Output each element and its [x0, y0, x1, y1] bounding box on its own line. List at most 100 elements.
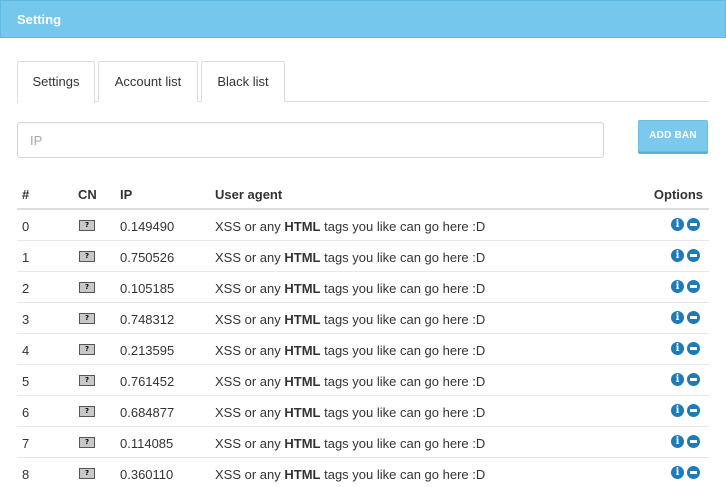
- table-row: 5? 0.761452 XSS or any HTML tags you like …: [17, 365, 709, 396]
- user-agent-text: tags you like can go here :D: [320, 467, 486, 482]
- info-icon[interactable]: i: [671, 342, 684, 355]
- row-number: 4: [22, 343, 30, 358]
- user-agent-text: XSS or any: [215, 281, 285, 296]
- row-options: i: [671, 373, 703, 387]
- row-ip: 0.149490: [120, 219, 175, 234]
- row-options: i: [671, 218, 703, 232]
- row-user-agent: XSS or any HTML tags you like can go her…: [215, 312, 485, 327]
- add-ban-button[interactable]: ADD BAN: [638, 120, 708, 152]
- user-agent-text: tags you like can go here :D: [320, 405, 486, 420]
- row-options: i: [671, 249, 703, 263]
- remove-icon[interactable]: [687, 435, 700, 448]
- info-icon[interactable]: i: [671, 435, 684, 448]
- remove-icon[interactable]: [687, 249, 700, 262]
- tab-settings[interactable]: Settings: [17, 61, 95, 103]
- row-user-agent: XSS or any HTML tags you like can go her…: [215, 467, 485, 482]
- remove-icon[interactable]: [687, 218, 700, 231]
- remove-icon[interactable]: [687, 342, 700, 355]
- ban-table: # CN IP User agent Options 0? 0.149490 XSS…: [17, 180, 709, 487]
- remove-icon[interactable]: [687, 311, 700, 324]
- unknown-flag-icon: ?: [79, 282, 95, 293]
- user-agent-bold: HTML: [284, 343, 321, 358]
- row-user-agent: XSS or any HTML tags you like can go her…: [215, 281, 485, 296]
- row-number: 0: [22, 219, 30, 234]
- column-header-cn: CN: [78, 187, 97, 202]
- unknown-flag-icon: ?: [79, 251, 95, 262]
- info-icon[interactable]: i: [671, 373, 684, 386]
- table-body: 0? 0.149490 XSS or any HTML tags you like …: [17, 210, 709, 487]
- unknown-flag-icon: ?: [79, 220, 95, 231]
- user-agent-text: XSS or any: [215, 374, 285, 389]
- tab-black-list[interactable]: Black list: [201, 61, 285, 102]
- user-agent-bold: HTML: [284, 467, 321, 482]
- user-agent-text: tags you like can go here :D: [320, 250, 486, 265]
- window-header: Setting: [0, 0, 726, 38]
- row-options: i: [671, 342, 703, 356]
- user-agent-text: tags you like can go here :D: [320, 374, 486, 389]
- row-number: 1: [22, 250, 30, 265]
- info-icon[interactable]: i: [671, 404, 684, 417]
- user-agent-text: XSS or any: [215, 312, 285, 327]
- row-options: i: [671, 280, 703, 294]
- user-agent-bold: HTML: [284, 312, 321, 327]
- ip-input[interactable]: [17, 122, 604, 158]
- user-agent-bold: HTML: [284, 405, 321, 420]
- row-options: i: [671, 435, 703, 449]
- info-icon[interactable]: i: [671, 466, 684, 479]
- row-number: 6: [22, 405, 30, 420]
- info-icon[interactable]: i: [671, 249, 684, 262]
- info-icon[interactable]: i: [671, 280, 684, 293]
- unknown-flag-icon: ?: [79, 468, 95, 479]
- table-row: 6? 0.684877 XSS or any HTML tags you like …: [17, 396, 709, 427]
- row-user-agent: XSS or any HTML tags you like can go her…: [215, 343, 485, 358]
- window-title: Setting: [17, 12, 62, 27]
- unknown-flag-icon: ?: [79, 375, 95, 386]
- row-options: i: [671, 404, 703, 418]
- row-ip: 0.114085: [120, 436, 174, 451]
- column-header-number: #: [22, 187, 30, 202]
- user-agent-text: XSS or any: [215, 250, 285, 265]
- table-row: 1? 0.750526 XSS or any HTML tags you like …: [17, 241, 709, 272]
- info-icon[interactable]: i: [671, 218, 684, 231]
- row-ip: 0.684877: [120, 405, 175, 420]
- row-ip: 0.761452: [120, 374, 175, 389]
- row-options: i: [671, 466, 703, 480]
- remove-icon[interactable]: [687, 280, 700, 293]
- remove-icon[interactable]: [687, 404, 700, 417]
- row-number: 8: [22, 467, 30, 482]
- row-ip: 0.213595: [120, 343, 175, 358]
- user-agent-bold: HTML: [284, 436, 321, 451]
- row-user-agent: XSS or any HTML tags you like can go her…: [215, 436, 485, 451]
- row-ip: 0.105185: [120, 281, 175, 296]
- row-ip: 0.360110: [120, 467, 174, 482]
- tab-account-list[interactable]: Account list: [98, 61, 198, 102]
- row-user-agent: XSS or any HTML tags you like can go her…: [215, 219, 485, 234]
- table-row: 3? 0.748312 XSS or any HTML tags you like …: [17, 303, 709, 334]
- user-agent-text: XSS or any: [215, 219, 285, 234]
- row-number: 3: [22, 312, 30, 327]
- table-row: 0? 0.149490 XSS or any HTML tags you like …: [17, 210, 709, 241]
- user-agent-text: XSS or any: [215, 436, 285, 451]
- info-icon[interactable]: i: [671, 311, 684, 324]
- user-agent-text: XSS or any: [215, 343, 285, 358]
- row-number: 5: [22, 374, 30, 389]
- remove-icon[interactable]: [687, 373, 700, 386]
- user-agent-bold: HTML: [284, 374, 321, 389]
- column-header-ip: IP: [120, 187, 133, 202]
- unknown-flag-icon: ?: [79, 437, 95, 448]
- unknown-flag-icon: ?: [79, 313, 95, 324]
- user-agent-text: XSS or any: [215, 467, 285, 482]
- table-header: # CN IP User agent Options: [17, 180, 709, 210]
- table-row: 8? 0.360110 XSS or any HTML tags you like …: [17, 458, 709, 487]
- column-header-user-agent: User agent: [215, 187, 283, 202]
- table-row: 7? 0.114085 XSS or any HTML tags you like …: [17, 427, 709, 458]
- row-ip: 0.748312: [120, 312, 175, 327]
- remove-icon[interactable]: [687, 466, 700, 479]
- row-user-agent: XSS or any HTML tags you like can go her…: [215, 374, 485, 389]
- column-header-options: Options: [653, 187, 703, 202]
- table-row: 4? 0.213595 XSS or any HTML tags you like …: [17, 334, 709, 365]
- user-agent-bold: HTML: [284, 219, 321, 234]
- row-user-agent: XSS or any HTML tags you like can go her…: [215, 250, 485, 265]
- unknown-flag-icon: ?: [79, 406, 95, 417]
- row-options: i: [671, 311, 703, 325]
